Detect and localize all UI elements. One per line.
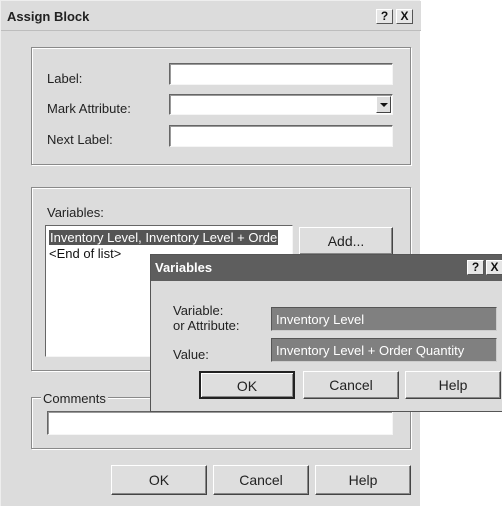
help-icon[interactable]: ? (376, 9, 393, 24)
variable-label-line2: or Attribute: (173, 318, 240, 333)
next-label-input[interactable] (169, 125, 393, 147)
comments-label: Comments (41, 391, 108, 406)
next-label-label: Next Label: (47, 132, 113, 147)
popup-ok-button[interactable]: OK (199, 371, 295, 399)
help-button[interactable]: Help (315, 465, 411, 495)
chevron-down-icon (380, 103, 388, 107)
assign-block-dialog: Assign Block ? X Label: Mark Attribute: … (0, 0, 421, 506)
label-label: Label: (47, 71, 83, 86)
dialog-titlebar: Assign Block ? X (1, 1, 421, 31)
label-input[interactable] (169, 63, 393, 85)
dialog-title: Assign Block (7, 9, 90, 24)
value-input[interactable]: Inventory Level + Order Quantity (271, 338, 497, 362)
variables-dialog: Variables ? X Variable: or Attribute: In… (150, 254, 502, 412)
variables-label: Variables: (47, 205, 104, 220)
close-icon[interactable]: X (486, 260, 502, 275)
variables-dialog-title: Variables (155, 260, 213, 275)
mark-attribute-dropdown[interactable] (169, 94, 393, 115)
add-button[interactable]: Add... (299, 227, 393, 255)
list-item[interactable]: <End of list> (49, 246, 121, 261)
variable-input[interactable]: Inventory Level (271, 307, 497, 331)
close-icon[interactable]: X (396, 9, 413, 24)
popup-help-button[interactable]: Help (405, 371, 501, 399)
comments-input[interactable] (47, 411, 393, 435)
variable-label-line1: Variable: (173, 303, 224, 318)
dropdown-button[interactable] (376, 96, 391, 113)
variable-label: Variable: or Attribute: (173, 303, 239, 333)
mark-attribute-label: Mark Attribute: (47, 101, 131, 116)
help-icon[interactable]: ? (467, 260, 484, 275)
popup-cancel-button[interactable]: Cancel (303, 371, 399, 399)
list-item[interactable]: Inventory Level, Inventory Level + Orde (49, 230, 279, 245)
value-label: Value: (173, 347, 209, 362)
variables-dialog-titlebar: Variables ? X (151, 255, 502, 281)
ok-button[interactable]: OK (111, 465, 207, 495)
cancel-button[interactable]: Cancel (213, 465, 309, 495)
